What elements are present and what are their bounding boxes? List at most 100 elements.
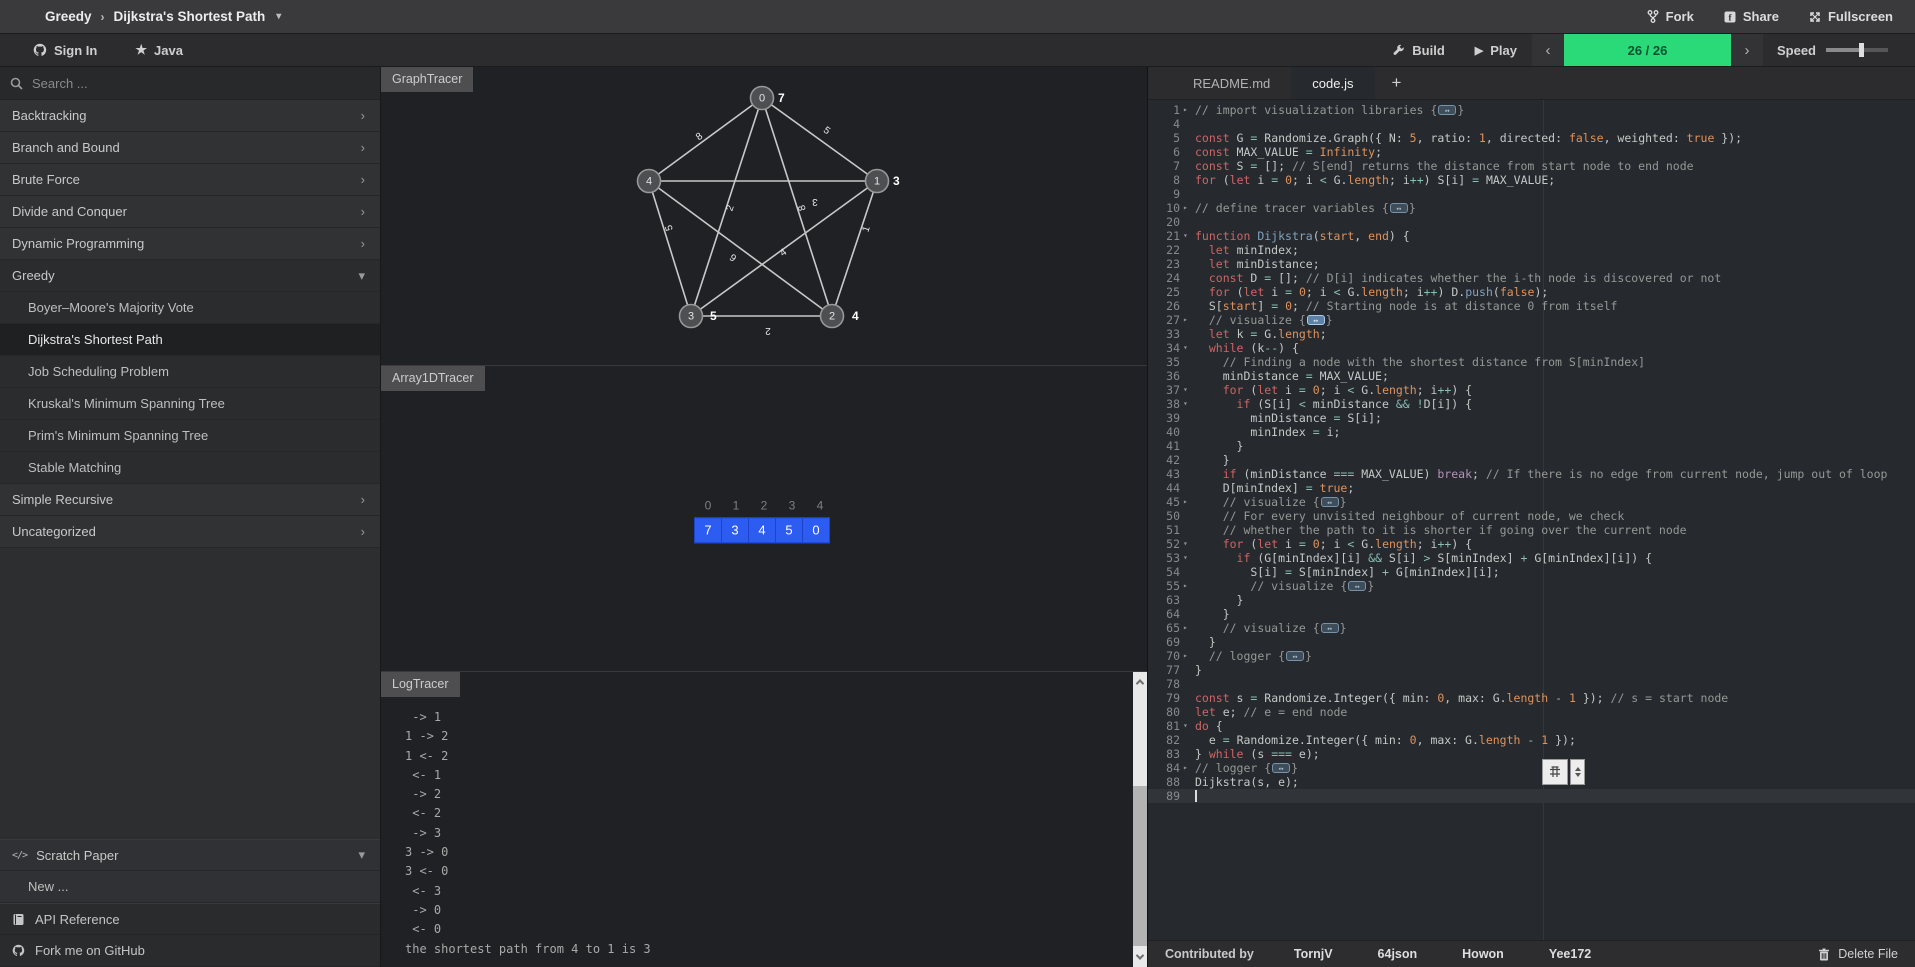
fold-toggle-icon[interactable]: ▸ (1180, 103, 1195, 117)
code-text: S[i] = S[minIndex] + G[minIndex][i]; (1195, 565, 1499, 579)
sidebar-category-dynamic-programming[interactable]: Dynamic Programming › (0, 228, 380, 260)
token: true (1686, 131, 1715, 145)
token: ( (1215, 173, 1230, 187)
token: s (1229, 691, 1251, 705)
code-line-54: 54 S[i] = S[minIndex] + G[minIndex][i]; (1148, 565, 1915, 579)
language-selector[interactable]: ★ Java (135, 42, 183, 58)
scroll-down-icon[interactable] (1133, 947, 1147, 967)
token: ; i (1319, 383, 1348, 397)
fork-button[interactable]: Fork (1647, 9, 1694, 24)
fold-toggle-icon[interactable]: ▾ (1180, 551, 1195, 565)
ime-indicator[interactable] (1542, 759, 1585, 785)
scroll-up-icon[interactable] (1133, 672, 1147, 692)
ime-spinner[interactable] (1570, 759, 1585, 785)
sidebar-item-prim-s-minimum-spanning-tree[interactable]: Prim's Minimum Spanning Tree (0, 420, 380, 452)
gutter-line-number: 44 (1166, 481, 1180, 495)
sidebar-category-brute-force[interactable]: Brute Force › (0, 164, 380, 196)
folded-code-widget-icon[interactable]: ↔ (1389, 203, 1408, 213)
sidebar-category-greedy[interactable]: Greedy ▾ (0, 260, 380, 292)
folded-code-widget-icon[interactable]: ↔ (1348, 581, 1367, 591)
fold-toggle-icon[interactable]: ▸ (1180, 201, 1195, 215)
sidebar-item-kruskal-s-minimum-spanning-tree[interactable]: Kruskal's Minimum Spanning Tree (0, 388, 380, 420)
code-line-20: 20 (1148, 215, 1915, 229)
sidebar-item-job-scheduling-problem[interactable]: Job Scheduling Problem (0, 356, 380, 388)
folded-code-widget-icon[interactable]: ↔ (1306, 315, 1325, 325)
graph-tracer-tab[interactable]: GraphTracer (381, 67, 474, 92)
array-cell-2: 4 (748, 516, 776, 543)
fold-toggle-icon[interactable]: ▸ (1180, 313, 1195, 327)
fold-toggle-icon[interactable]: ▸ (1180, 579, 1195, 593)
sidebar-category-branch-and-bound[interactable]: Branch and Bound › (0, 132, 380, 164)
code-text: if (G[minIndex][i] && S[i] > S[minIndex]… (1195, 551, 1652, 565)
sidebar-category-uncategorized[interactable]: Uncategorized › (0, 516, 380, 548)
token: === (1333, 467, 1355, 481)
fold-toggle-icon[interactable]: ▸ (1180, 649, 1195, 663)
search-input[interactable] (32, 75, 312, 91)
token: = (1285, 565, 1292, 579)
sidebar-item-new-scratch[interactable]: New ... (0, 871, 380, 903)
folded-code-widget-icon[interactable]: ↔ (1320, 497, 1339, 507)
sidebar-category-simple-recursive[interactable]: Simple Recursive › (0, 484, 380, 516)
log-scrollbar[interactable] (1133, 672, 1147, 967)
fold-toggle-icon[interactable]: ▾ (1180, 397, 1195, 411)
share-button[interactable]: f Share (1724, 9, 1779, 24)
token: k (1229, 327, 1251, 341)
contributor-howon[interactable]: Howon (1462, 947, 1504, 961)
sidebar-item-boyer-moore-s-majority-vote[interactable]: Boyer–Moore's Majority Vote (0, 292, 380, 324)
fold-toggle-icon[interactable]: ▾ (1180, 383, 1195, 397)
tab-readme-md[interactable]: README.md (1172, 67, 1291, 99)
breadcrumb[interactable]: Greedy › Dijkstra's Shortest Path ▾ (45, 9, 281, 24)
code-text: do { (1195, 719, 1223, 733)
fold-toggle-icon[interactable]: ▸ (1180, 621, 1195, 635)
fold-toggle-icon[interactable]: ▸ (1180, 761, 1195, 775)
fold-toggle-icon[interactable]: ▾ (1180, 719, 1195, 733)
contributor-yee172[interactable]: Yee172 (1549, 947, 1591, 961)
sidebar-category-divide-and-conquer[interactable]: Divide and Conquer › (0, 196, 380, 228)
fold-toggle-icon[interactable]: ▾ (1180, 341, 1195, 355)
ime-grid-icon[interactable] (1542, 759, 1568, 785)
build-button[interactable]: Build (1377, 34, 1460, 66)
fold-toggle-icon[interactable]: ▾ (1180, 537, 1195, 551)
fold-toggle-icon[interactable]: ▾ (1180, 229, 1195, 243)
log-tracer-tab[interactable]: LogTracer (381, 672, 460, 697)
breadcrumb-category[interactable]: Greedy (45, 9, 92, 24)
sidebar-item-api-reference[interactable]: API Reference (0, 903, 380, 935)
play-button[interactable]: ▶ Play (1460, 34, 1532, 66)
sidebar-category-backtracking[interactable]: Backtracking › (0, 100, 380, 132)
new-file-tab[interactable]: + (1375, 67, 1419, 99)
next-step-button[interactable]: › (1730, 34, 1763, 66)
folded-code-widget-icon[interactable]: ↔ (1272, 763, 1291, 773)
progress-bar[interactable]: 26 / 26 (1563, 34, 1731, 66)
contributor-64json[interactable]: 64json (1378, 947, 1418, 961)
sign-in-button[interactable]: Sign In (33, 43, 97, 58)
log-line: 1 -> 2 (405, 729, 449, 744)
folded-code-widget-icon[interactable]: ↔ (1320, 623, 1339, 633)
fullscreen-button[interactable]: Fullscreen (1809, 9, 1893, 24)
slider-thumb[interactable] (1859, 43, 1864, 57)
code-line-70: 70 ▸ // logger {↔} (1148, 649, 1915, 663)
code-editor[interactable]: 1 ▸// import visualization libraries {↔} 4… (1148, 100, 1915, 940)
breadcrumb-title[interactable]: Dijkstra's Shortest Path (114, 9, 266, 24)
contributor-tornjv[interactable]: TornjV (1294, 947, 1333, 961)
folded-code-widget-icon[interactable]: ↔ (1286, 651, 1305, 661)
scrollbar-thumb[interactable] (1133, 786, 1147, 946)
sidebar-item-stable-matching[interactable]: Stable Matching (0, 452, 380, 484)
prev-step-button[interactable]: ‹ (1531, 34, 1564, 66)
tab-code-js[interactable]: code.js (1291, 67, 1375, 99)
text-cursor (1195, 790, 1197, 802)
folded-code-widget-icon[interactable]: ↔ (1438, 105, 1457, 115)
edge-weight-label: 2 (725, 203, 737, 212)
sidebar-item-scratch-paper[interactable]: </> Scratch Paper ▾ (0, 839, 380, 871)
speed-slider[interactable] (1826, 43, 1888, 57)
token: S[i] (1381, 551, 1424, 565)
sidebar-item-dijkstra-s-shortest-path[interactable]: Dijkstra's Shortest Path (0, 324, 380, 356)
sidebar-item-fork-github[interactable]: Fork me on GitHub (0, 935, 380, 967)
graph-tracer-panel: GraphTracer 5828143265071324354 (381, 67, 1147, 366)
fold-toggle-icon[interactable]: ▸ (1180, 495, 1195, 509)
array-tracer-tab[interactable]: Array1DTracer (381, 366, 485, 391)
token: const (1195, 691, 1230, 705)
delete-file-button[interactable]: Delete File (1818, 947, 1898, 961)
